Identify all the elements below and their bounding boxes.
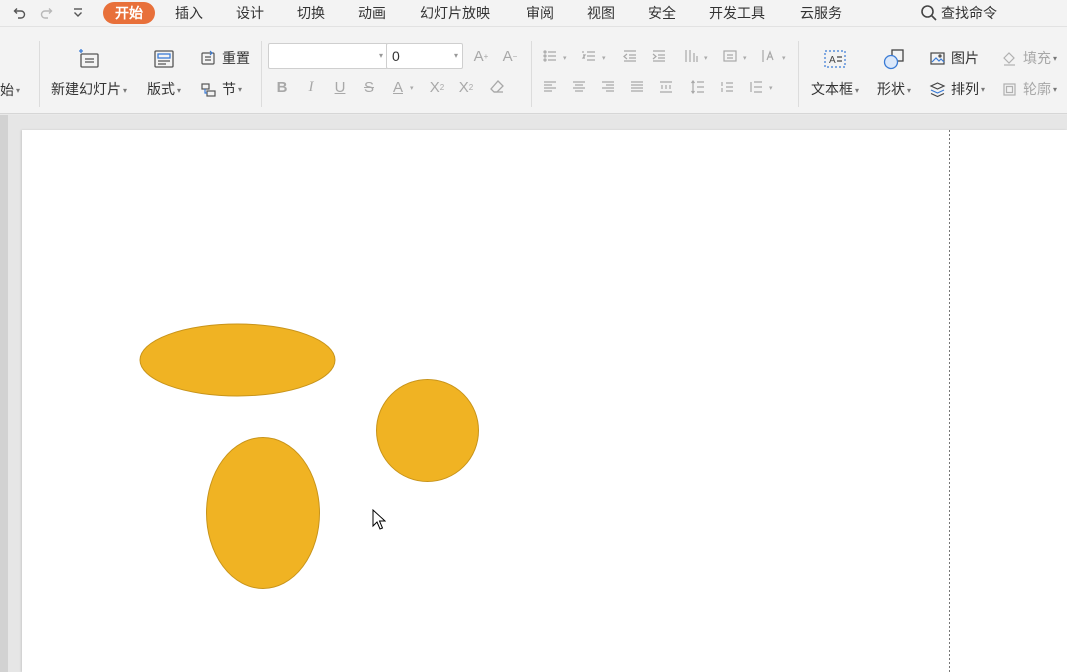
arrange-label: 排列 (951, 81, 979, 97)
start-slideshow-button[interactable]: 始 ▾ (0, 80, 20, 100)
tab-animations[interactable]: 动画 (358, 2, 386, 24)
section-label: 节 (222, 81, 236, 97)
section-button[interactable]: 节 ▾ (200, 79, 242, 99)
command-search-label: 查找命令 (941, 5, 997, 21)
slide-panel-edge[interactable] (0, 115, 8, 672)
bold-icon[interactable]: B (273, 78, 291, 96)
font-color-icon[interactable]: A (389, 78, 407, 96)
slide-shapes (139, 130, 950, 672)
menu-bar: 开始 插入 设计 切换 动画 幻灯片放映 审阅 视图 安全 开发工具 云服务 查… (0, 0, 1067, 26)
increase-font-size-icon[interactable]: A + (472, 47, 490, 65)
horizontal-ellipse-shape[interactable] (139, 323, 336, 397)
paragraph-spacing-icon[interactable] (718, 78, 736, 96)
numbering-icon[interactable] (580, 47, 598, 65)
justify-icon[interactable] (628, 78, 646, 96)
redo-icon[interactable] (37, 3, 57, 23)
new-slide-icon (75, 45, 103, 73)
italic-icon[interactable]: I (302, 78, 320, 96)
picture-button[interactable]: 图片 (929, 48, 979, 68)
customize-quick-access-icon[interactable] (68, 3, 88, 23)
outline-label: 轮廓 (1023, 81, 1051, 97)
layout-icon (150, 45, 178, 73)
arrange-icon (929, 81, 946, 97)
start-slideshow-label: 始 (0, 82, 14, 98)
font-color-dropdown-icon[interactable]: ▾ (410, 84, 414, 92)
spacing-options-dropdown-icon[interactable]: ▾ (769, 84, 773, 92)
columns-dropdown-icon[interactable]: ▾ (704, 54, 708, 62)
picture-icon (930, 51, 945, 65)
decrease-font-size-icon[interactable]: A − (501, 47, 519, 65)
vertical-ellipse-shape[interactable] (206, 437, 320, 589)
text-box-label: 文本框 (811, 81, 853, 97)
shapes-button[interactable]: 形状 ▾ (877, 45, 911, 99)
group-separator (531, 41, 532, 107)
slide-canvas[interactable] (22, 130, 1067, 672)
text-align-vertical-icon[interactable] (760, 47, 778, 65)
increase-indent-icon[interactable] (650, 47, 668, 65)
outline-icon (1003, 82, 1016, 96)
shapes-icon (880, 45, 908, 73)
fill-bucket-icon (1003, 51, 1015, 66)
mouse-cursor-icon (372, 509, 386, 530)
tab-insert[interactable]: 插入 (175, 2, 203, 24)
tab-transitions[interactable]: 切换 (297, 2, 325, 24)
line-spacing-icon[interactable] (689, 78, 707, 96)
new-slide-label: 新建幻灯片 (51, 81, 121, 97)
font-size-combo[interactable]: 0 ▾ (386, 43, 463, 69)
tab-home[interactable]: 开始 (103, 2, 155, 24)
section-icon (201, 82, 216, 97)
text-direction-icon[interactable] (721, 47, 739, 65)
text-align-vertical-dropdown-icon[interactable]: ▾ (782, 54, 786, 62)
ribbon-toolbar: 始 ▾ 新建幻灯片 ▾ 版式 ▾ 重置 节 ▾ ▾ 0 ▾ A + A − B I U S A… (0, 26, 1067, 114)
text-box-icon: A (821, 45, 849, 73)
group-separator (261, 41, 262, 107)
reset-button[interactable]: 重置 (200, 48, 250, 68)
tab-review[interactable]: 审阅 (526, 2, 554, 24)
reset-icon (201, 50, 215, 65)
new-slide-button[interactable]: 新建幻灯片 ▾ (51, 45, 127, 99)
align-left-icon[interactable] (541, 78, 559, 96)
reset-label: 重置 (222, 50, 250, 66)
tab-slideshow[interactable]: 幻灯片放映 (420, 2, 490, 24)
decrease-indent-icon[interactable] (621, 47, 639, 65)
tab-view[interactable]: 视图 (587, 2, 615, 24)
spacing-options-icon[interactable] (747, 78, 765, 96)
search-icon (921, 5, 937, 21)
outline-button[interactable]: 轮廓 ▾ (1001, 79, 1057, 99)
fill-label: 填充 (1023, 50, 1051, 66)
bullets-dropdown-icon[interactable]: ▾ (563, 54, 567, 62)
font-size-value: 0 (392, 48, 400, 64)
strikethrough-icon[interactable]: S (360, 78, 378, 96)
picture-label: 图片 (951, 50, 979, 66)
columns-icon[interactable] (682, 47, 700, 65)
circle-shape[interactable] (376, 379, 479, 482)
align-center-icon[interactable] (570, 78, 588, 96)
fill-button[interactable]: 填充 ▾ (1001, 48, 1057, 68)
text-direction-dropdown-icon[interactable]: ▾ (743, 54, 747, 62)
slide-workspace[interactable] (0, 115, 1067, 672)
arrange-button[interactable]: 排列 ▾ (929, 79, 985, 99)
group-separator (39, 41, 40, 107)
group-separator (798, 41, 799, 107)
tab-security[interactable]: 安全 (648, 2, 676, 24)
bullets-icon[interactable] (541, 47, 559, 65)
layout-label: 版式 (147, 81, 175, 97)
distribute-icon[interactable] (657, 78, 675, 96)
tab-cloud-services[interactable]: 云服务 (800, 2, 842, 24)
tab-developer[interactable]: 开发工具 (709, 2, 765, 24)
numbering-dropdown-icon[interactable]: ▾ (602, 54, 606, 62)
subscript-icon[interactable]: X2 (457, 78, 475, 96)
tab-design[interactable]: 设计 (236, 2, 264, 24)
layout-button[interactable]: 版式 ▾ (147, 45, 181, 99)
command-search[interactable]: 查找命令 (920, 2, 997, 24)
font-name-combo[interactable]: ▾ (268, 43, 388, 69)
underline-icon[interactable]: U (331, 78, 349, 96)
undo-icon[interactable] (9, 3, 29, 23)
text-box-button[interactable]: A 文本框 ▾ (811, 45, 859, 99)
shapes-label: 形状 (877, 81, 905, 97)
align-right-icon[interactable] (599, 78, 617, 96)
svg-text:A: A (829, 55, 836, 66)
clear-formatting-icon[interactable] (488, 78, 506, 96)
superscript-icon[interactable]: X2 (428, 78, 446, 96)
